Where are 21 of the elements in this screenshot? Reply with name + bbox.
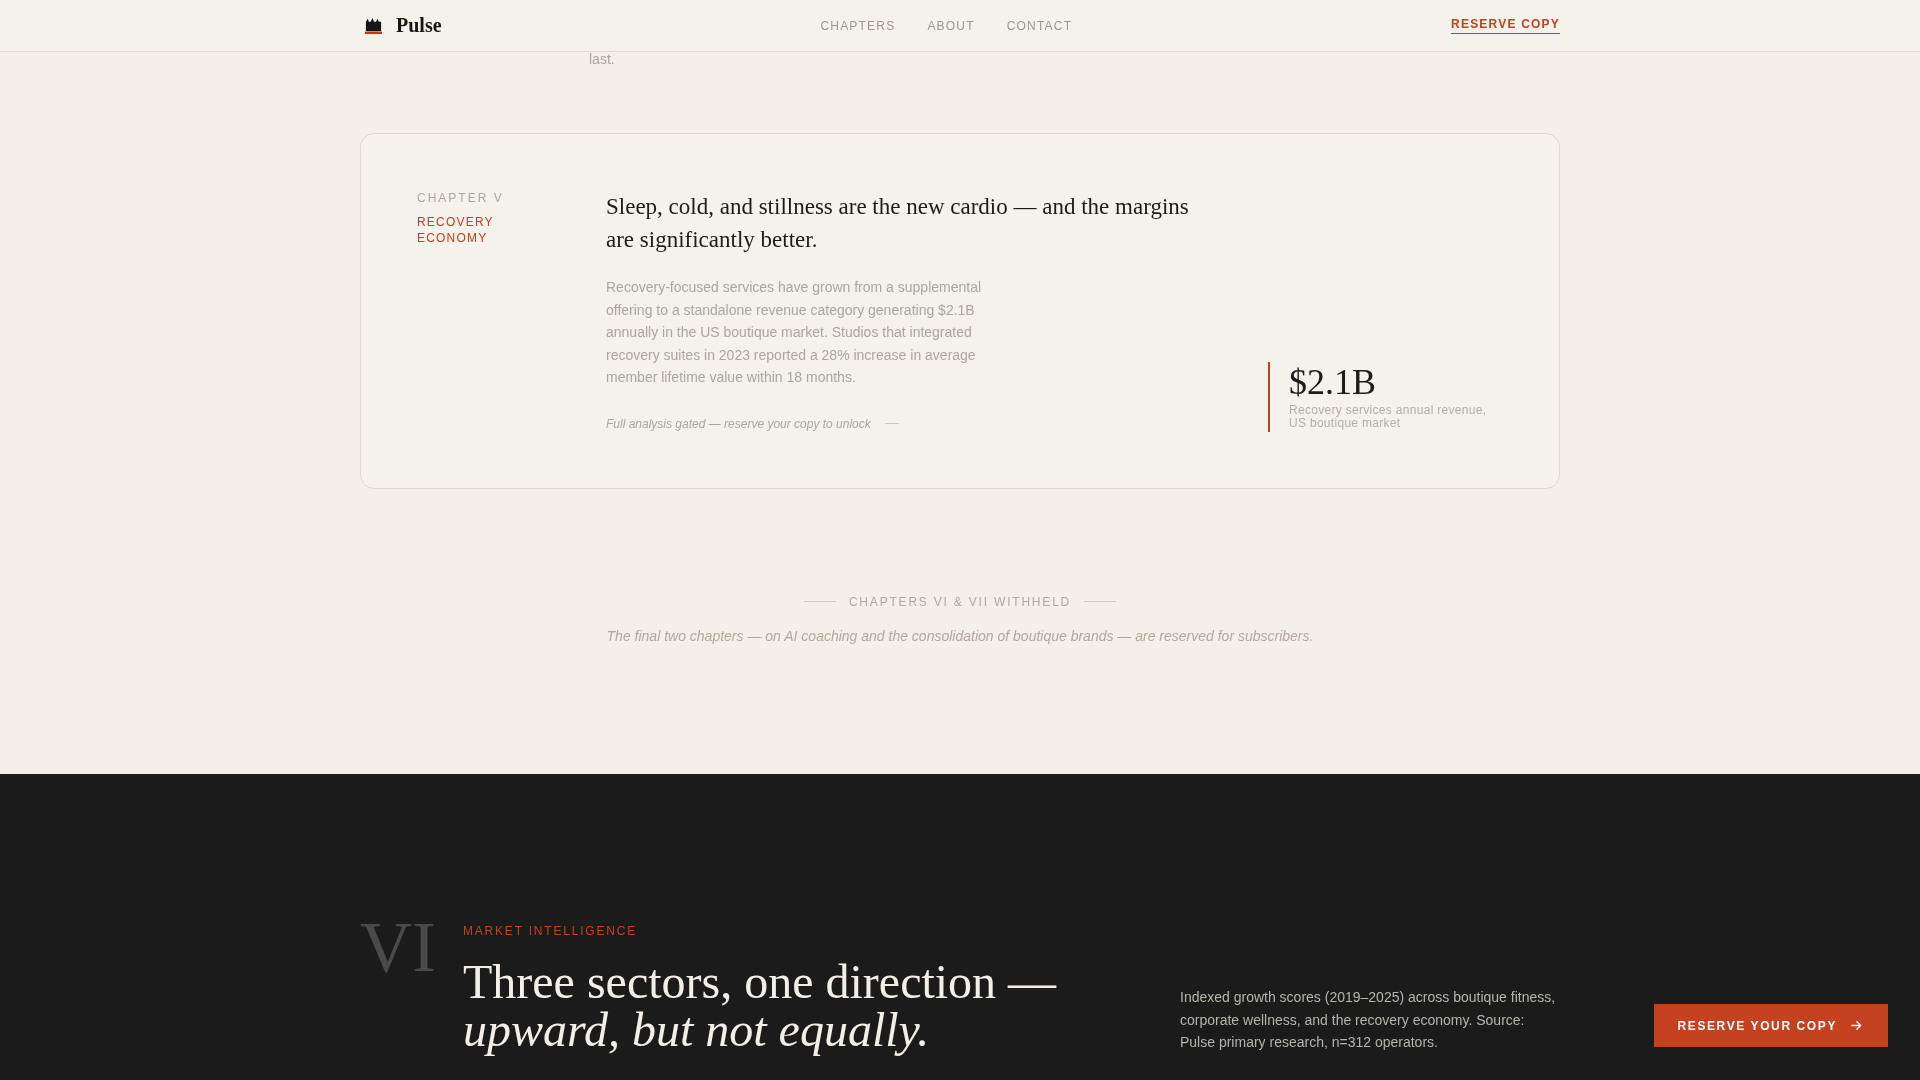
gated-note: Full analysis gated — reserve your copy to unlock	[606, 415, 871, 432]
reserve-your-copy-button[interactable]: RESERVE YOUR COPY	[1653, 1004, 1888, 1047]
chapter-title: RECOVERY ECONOMY	[417, 214, 495, 246]
nav-link[interactable]: CONTACT	[1006, 18, 1073, 33]
section-description: Indexed growth scores (2019–2025) across boutique fitness, corporate wellness, and the recovery economy. Source: Pulse primary research, n=312 operators.	[1180, 988, 1557, 1052]
arrow-right-icon	[1851, 1020, 1862, 1031]
section-eyebrow: MARKET INTELLIGENCE	[463, 922, 637, 939]
section-headline: Three sectors, one direction — upward, but not equally.	[463, 957, 1058, 1054]
reserve-copy-link[interactable]: RESERVE COPY	[1451, 17, 1560, 34]
stat-value: $2.1B	[1289, 361, 1376, 402]
withheld-label: CHAPTERS VI & VII WITHHELD	[848, 593, 1072, 610]
stat-caption: Recovery services annual revenue, US boutique market	[1289, 403, 1488, 430]
chapter-number: CHAPTER V	[417, 190, 504, 206]
chapter-headline: Sleep, cold, and stillness are the new cardio — and the margins are significantly better.	[606, 193, 1190, 254]
crown-icon	[364, 16, 383, 35]
brand-link[interactable]: Pulse	[360, 14, 442, 37]
nav-link[interactable]: CHAPTERS	[820, 18, 896, 33]
paragraph-text: last.	[589, 52, 615, 66]
nav-link[interactable]: ABOUT	[927, 18, 975, 33]
chapter-body-text: Recovery-focused services have grown from a supplemental offering to a standalone revenue category generating $2.1B annually in the US boutique market. Studios that integrated recovery suites in 2023 reported a 28% increase in average member lifetime value within 18 months.	[606, 278, 983, 387]
withheld-note: The final two chapters — on AI coaching and the consolidation of boutique brands — are reserved for subscribers.	[606, 626, 1314, 646]
